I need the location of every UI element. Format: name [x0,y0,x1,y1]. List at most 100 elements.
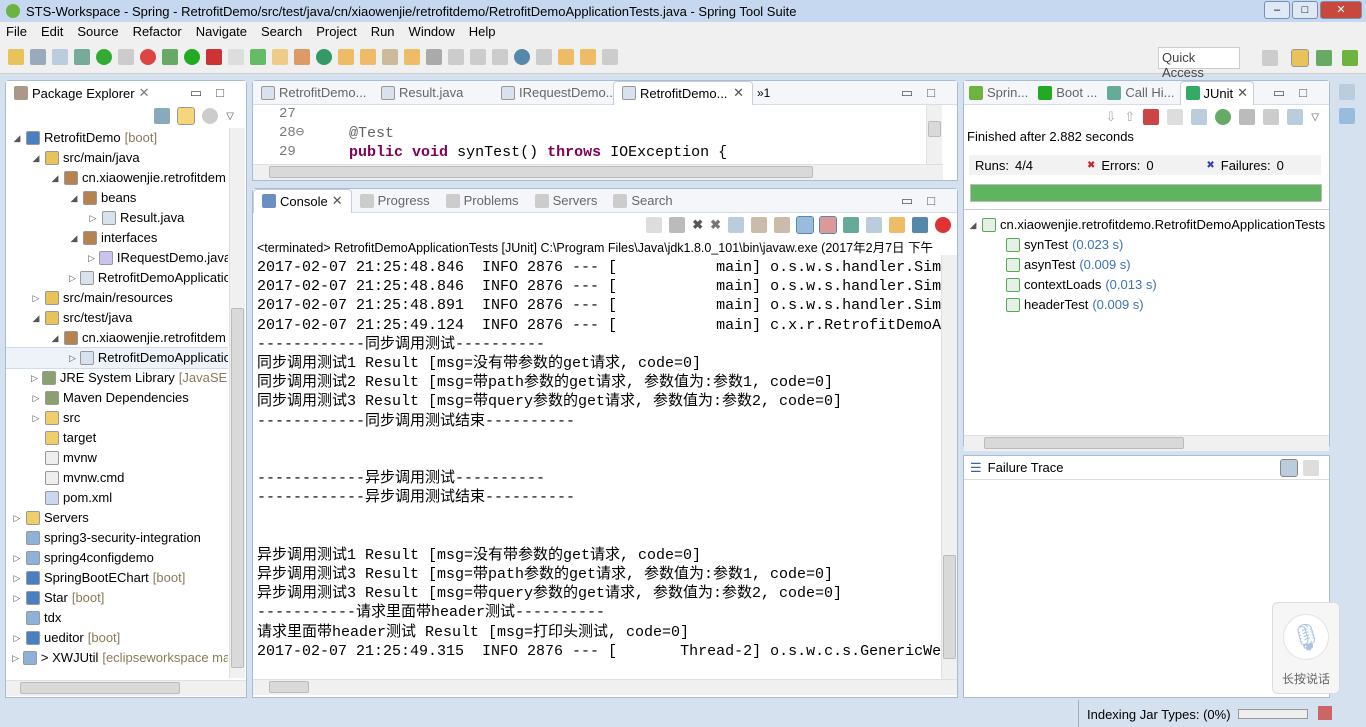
rerun-failed-icon[interactable] [1239,109,1256,125]
test-case[interactable]: asynTest (0.009 s) [968,255,1328,275]
terminate-icon[interactable] [669,217,686,233]
coverage-icon[interactable] [206,49,222,65]
quick-access-input[interactable]: Quick Access [1158,47,1240,80]
annotation-icon[interactable] [448,49,464,65]
expand-toggle-icon[interactable]: ▷ [31,388,41,408]
link-with-editor-icon[interactable] [177,107,196,125]
minimize-maximize-icons[interactable]: ▭□ [190,85,238,101]
dashboard-icon[interactable] [140,49,156,65]
scroll-lock-icon[interactable] [1167,109,1184,125]
console-horizontal-scrollbar[interactable] [253,679,957,695]
expand-toggle-icon[interactable]: ◢ [31,308,41,328]
open-folder-icon[interactable] [404,49,420,65]
run-icon[interactable] [184,49,200,65]
menu-project[interactable]: Project [316,24,356,39]
tab-console[interactable]: Console ✕ [253,188,352,213]
tree-item[interactable]: ▷ IRequestDemo.java [6,248,228,268]
save-icon[interactable] [30,49,46,65]
tree-item[interactable]: ◢ cn.xiaowenjie.retrofitdem [6,168,228,188]
tab-callhi[interactable]: Call Hi... [1102,81,1179,105]
new-icon[interactable] [8,49,24,65]
tree-item[interactable]: ▷ ueditor [boot] [6,628,228,648]
voice-input-widget[interactable]: 🎙 长按说话 [1272,602,1340,694]
tree-item[interactable]: ▷ Result.java [6,208,228,228]
remove-all-icon[interactable]: ✖ [710,217,721,233]
console-vertical-scrollbar[interactable] [941,255,957,679]
tree-item[interactable]: ▷ spring4configdemo [6,548,228,568]
tab-progress[interactable]: Progress [352,189,438,213]
tree-item[interactable]: ▷ Maven Dependencies [6,388,228,408]
restore-icon[interactable] [1339,84,1355,100]
tab-junit[interactable]: JUnit ✕ [1179,80,1255,105]
remove-launch-icon[interactable] [646,217,663,233]
format-icon[interactable] [470,49,486,65]
expand-toggle-icon[interactable]: ▷ [69,348,76,368]
test-history-icon[interactable] [1287,109,1304,125]
junit-horizontal-scrollbar[interactable] [964,435,1329,451]
tree-item[interactable]: ▷ SpringBootEChart [boot] [6,568,228,588]
display-console-icon[interactable] [866,217,882,233]
menu-search[interactable]: Search [261,24,302,39]
collapse-all-icon[interactable] [154,108,171,124]
compare-result-icon[interactable] [1303,459,1319,476]
pin-console-icon[interactable] [843,217,859,233]
close-button[interactable]: ✕ [1320,1,1362,19]
editor-vertical-scrollbar[interactable] [926,105,942,165]
open-task-icon[interactable] [360,49,376,65]
expand-toggle-icon[interactable]: ▷ [31,408,41,428]
minimize-maximize-icons[interactable]: ▭□ [901,193,949,209]
view-menu-icon[interactable]: ▽ [226,111,234,122]
console-output[interactable]: 2017-02-07 21:25:48.846 INFO 2876 --- [ … [257,258,941,666]
tree-item[interactable]: ▷ > XWJUtil [eclipseworkspace master] [6,648,228,668]
tab-problems[interactable]: Problems [438,189,527,213]
scroll-lock-icon[interactable] [751,217,767,233]
next-annotation-icon[interactable] [536,49,552,65]
spring-perspective-icon[interactable] [1342,50,1358,66]
forward-icon[interactable] [602,49,618,65]
new-class-icon[interactable] [294,49,310,65]
debug-icon[interactable] [162,49,178,65]
tree-item[interactable]: mvnw [6,448,228,468]
view-menu-icon[interactable]: ▽ [1311,112,1319,123]
test-case[interactable]: contextLoads (0.013 s) [968,275,1328,295]
tree-horizontal-scrollbar[interactable] [6,680,246,696]
expand-toggle-icon[interactable]: ◢ [50,168,60,188]
tree-vertical-scrollbar[interactable] [229,128,245,678]
tree-item[interactable]: ▷ src [6,408,228,428]
minimize-maximize-icons[interactable]: ▭□ [901,85,949,101]
microphone-icon[interactable]: 🎙 [1283,614,1329,660]
expand-toggle-icon[interactable]: ◢ [31,148,41,168]
tree-item[interactable]: ▷ Star [boot] [6,588,228,608]
tree-item[interactable]: ◢ beans [6,188,228,208]
minimize-maximize-icons[interactable]: ▭□ [1273,85,1321,101]
tab-servers[interactable]: Servers [527,189,606,213]
show-whitespace-icon[interactable] [492,49,508,65]
editor-tab[interactable]: RetrofitDemo... [253,81,373,105]
expand-toggle-icon[interactable]: ▷ [69,268,76,288]
expand-toggle-icon[interactable]: ▷ [12,588,22,608]
last-edit-icon[interactable] [558,49,574,65]
test-suite[interactable]: ◢ cn.xiaowenjie.retrofitdemo.RetrofitDemo… [968,215,1328,235]
pin-icon[interactable] [426,49,442,65]
debug-perspective-icon[interactable] [1316,50,1332,66]
clear-console-icon[interactable] [728,217,744,233]
refresh-icon[interactable] [316,49,332,65]
expand-toggle-icon[interactable]: ◢ [69,228,79,248]
expand-toggle-icon[interactable]: ◢ [69,188,79,208]
stop-icon[interactable] [1263,109,1280,125]
word-wrap-icon[interactable] [774,217,790,233]
expand-toggle-icon[interactable]: ▷ [88,248,95,268]
layout-icon[interactable] [1191,109,1208,125]
editor-horizontal-scrollbar[interactable] [253,164,943,180]
tab-sprin[interactable]: Sprin... [964,81,1033,105]
tab-overflow-button[interactable]: »1 [757,86,770,100]
expand-toggle-icon[interactable]: ▷ [31,288,41,308]
code-area[interactable]: 27 28⊖ @Test 29 public void synTest() thro… [253,105,927,162]
minimize-button[interactable]: – [1264,1,1290,19]
menu-help[interactable]: Help [469,24,496,39]
tree-item[interactable]: target [6,428,228,448]
menu-run[interactable]: Run [371,24,395,39]
expand-toggle-icon[interactable]: ▷ [12,628,22,648]
expand-toggle-icon[interactable]: ▷ [31,368,38,388]
outline-icon[interactable] [1339,108,1355,124]
